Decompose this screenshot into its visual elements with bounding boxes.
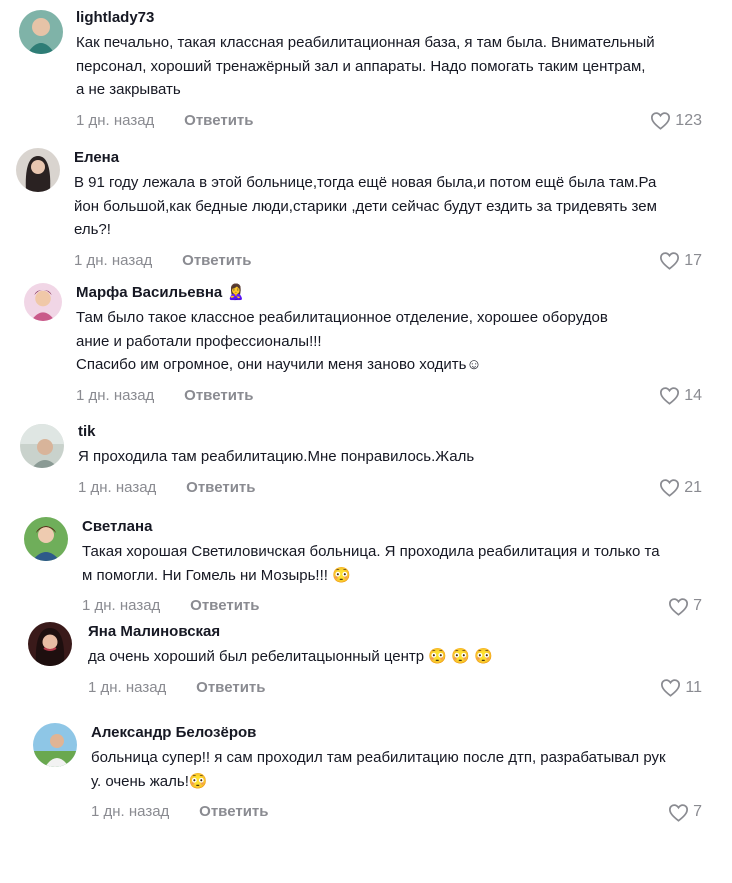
avatar[interactable] xyxy=(33,723,77,767)
comment-time: 1 дн. назад xyxy=(74,251,153,269)
like-count: 123 xyxy=(675,111,702,129)
like-count: 17 xyxy=(684,251,702,269)
comment-text: Там было такое классное реабилитационное… xyxy=(76,309,608,373)
comment-author[interactable]: lightlady73 xyxy=(76,8,702,28)
heart-icon xyxy=(669,803,689,822)
avatar[interactable] xyxy=(28,622,72,666)
like-button[interactable]: 7 xyxy=(668,595,702,617)
reply-button[interactable]: Ответить xyxy=(186,477,255,499)
like-count: 11 xyxy=(685,678,702,696)
avatar[interactable] xyxy=(24,283,62,321)
like-button[interactable]: 7 xyxy=(668,801,702,823)
comment-time: 1 дн. назад xyxy=(78,478,157,496)
avatar[interactable] xyxy=(24,517,68,561)
like-count: 7 xyxy=(693,803,702,820)
reply-button[interactable]: Ответить xyxy=(196,677,265,699)
comment-time: 1 дн. назад xyxy=(76,111,155,129)
comment-text: больница супер!! я сам проходил там реаб… xyxy=(91,749,666,790)
avatar[interactable] xyxy=(16,148,60,192)
heart-icon xyxy=(651,112,671,130)
like-button[interactable]: 21 xyxy=(659,477,702,499)
like-button[interactable]: 11 xyxy=(660,677,702,699)
reply-button[interactable]: Ответить xyxy=(182,250,251,272)
heart-icon xyxy=(669,597,689,616)
comment-time: 1 дн. назад xyxy=(91,803,170,820)
like-button[interactable]: 14 xyxy=(659,385,702,407)
comment-time: 1 дн. назад xyxy=(76,386,155,404)
reply-button[interactable]: Ответить xyxy=(184,110,253,132)
comment-text: Такая хорошая Светиловичская больница. Я… xyxy=(82,543,660,584)
reply-button[interactable]: Ответить xyxy=(190,595,259,617)
like-count: 21 xyxy=(684,478,702,496)
heart-icon xyxy=(660,252,680,270)
comment-time: 1 дн. назад xyxy=(88,678,167,696)
heart-icon xyxy=(661,679,681,697)
like-count: 14 xyxy=(684,386,702,404)
reply-button[interactable]: Ответить xyxy=(184,385,253,407)
comment-author[interactable]: Светлана xyxy=(82,517,702,537)
comment-text: да очень хороший был ребелитацыонный цен… xyxy=(88,648,493,665)
like-button[interactable]: 123 xyxy=(650,110,702,132)
like-button[interactable]: 17 xyxy=(659,250,702,272)
heart-icon xyxy=(660,479,680,497)
comment-author[interactable]: Елена xyxy=(74,148,702,168)
comment-author[interactable]: tik xyxy=(78,422,702,442)
comment-text: В 91 году лежала в этой больнице,тогда е… xyxy=(74,174,657,238)
avatar[interactable] xyxy=(20,424,64,468)
reply-button[interactable]: Ответить xyxy=(199,801,268,823)
heart-icon xyxy=(660,387,680,405)
comment-text: Я проходила там реабилитацию.Мне понрави… xyxy=(78,448,475,465)
avatar[interactable] xyxy=(19,10,63,54)
comment-author[interactable]: Александр Белозёров xyxy=(91,723,702,743)
like-count: 7 xyxy=(693,597,702,614)
comment-text: Как печально, такая классная реабилитаци… xyxy=(76,34,655,98)
comment-author[interactable]: Марфа Васильевна 🙎‍♀️ xyxy=(76,283,702,303)
comment-author[interactable]: Яна Малиновская xyxy=(88,622,702,642)
comment-time: 1 дн. назад xyxy=(82,597,161,614)
